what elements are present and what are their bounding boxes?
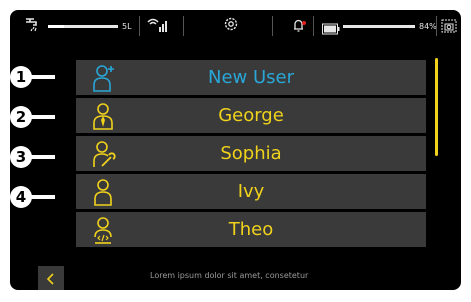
user-row-new-user[interactable]: New User	[76, 60, 426, 95]
footer-text: Lorem ipsum dolor sit amet, consetetur	[150, 271, 309, 280]
divider	[272, 16, 273, 36]
callout-line	[31, 115, 55, 119]
callout-line	[31, 195, 55, 199]
battery-icon	[322, 20, 340, 39]
scrollbar-thumb[interactable]	[435, 58, 438, 156]
camera-icon[interactable]	[441, 18, 457, 38]
battery-percent-label: 84%	[419, 22, 437, 31]
user-name: Theo	[228, 219, 274, 240]
user-name: New User	[207, 67, 294, 88]
scrollbar[interactable]	[435, 58, 439, 258]
callout-number: 3	[10, 146, 32, 168]
battery-level-bar	[343, 25, 415, 28]
callout-line	[31, 155, 55, 159]
user-name: Ivy	[237, 181, 265, 202]
user-row-ivy[interactable]: Ivy	[76, 174, 426, 209]
callout-number: 2	[10, 106, 32, 128]
user-row-sophia[interactable]: Sophia	[76, 136, 426, 171]
water-level-label: 5L	[122, 22, 132, 31]
user-row-george[interactable]: George	[76, 98, 426, 133]
tap-icon	[24, 16, 40, 38]
settings-gear-icon[interactable]	[222, 15, 240, 37]
wifi-signal-icon	[147, 16, 169, 38]
chevron-left-icon	[38, 273, 64, 290]
callout-line	[31, 75, 55, 79]
user-name: George	[218, 105, 284, 126]
user-name: Sophia	[220, 143, 282, 164]
divider	[139, 16, 140, 36]
divider	[183, 16, 184, 36]
water-level-bar	[48, 25, 118, 28]
callout-number: 1	[10, 66, 32, 88]
divider	[436, 16, 437, 36]
status-bar: 5L 84%	[10, 10, 461, 42]
notification-bell-icon[interactable]	[290, 16, 308, 38]
back-button[interactable]	[38, 266, 64, 290]
device-screen: 5L 84% New User George Sophia Ivy Theo 1…	[10, 10, 461, 290]
user-row-theo[interactable]: Theo	[76, 212, 426, 247]
divider	[313, 16, 314, 36]
callout-number: 4	[10, 186, 32, 208]
